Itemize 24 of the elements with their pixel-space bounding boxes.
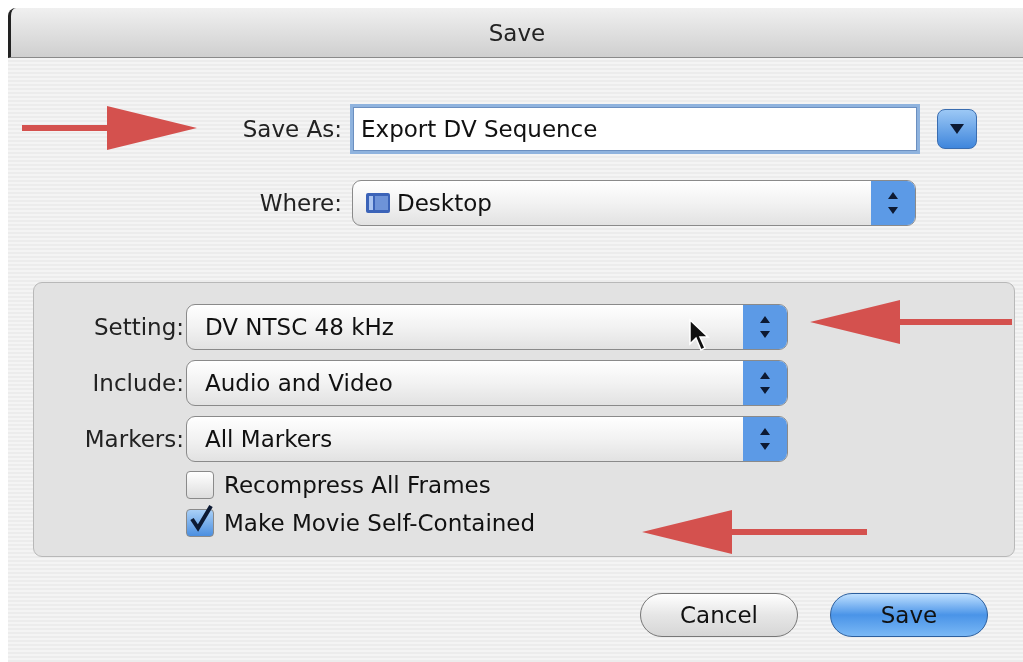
file-name-field[interactable]: Export DV Sequence [350,104,920,154]
popup-menu[interactable]: All Markers [186,416,788,462]
mouse-pointer-icon [688,318,710,352]
stepper-arrows-icon [743,361,787,405]
popup-menu[interactable]: DV NTSC 48 kHz [186,304,788,350]
field-label: Markers: [83,426,184,452]
checkbox-label: Make Movie Self-Contained [224,510,536,536]
down-triangle-icon [949,123,965,135]
desktop-folder-icon [365,191,391,214]
field-label: Include: [91,370,184,396]
window-title: Save [488,19,546,46]
checkbox-label: Recompress All Frames [224,472,491,498]
popup-menu[interactable]: Audio and Video [186,360,788,406]
save-button[interactable]: Save [830,593,988,637]
field-label: Where: [258,189,342,216]
field-label: Save As: [241,116,342,142]
stepper-arrows-icon [743,305,787,349]
field-label: Setting: [92,314,184,340]
stepper-arrows-icon [743,417,787,461]
popup-menu[interactable]: Desktop [352,179,916,226]
checkbox[interactable] [186,471,214,499]
expand-button[interactable] [937,109,977,149]
cancel-button[interactable]: Cancel [640,593,798,637]
stepper-arrows-icon [871,180,915,225]
